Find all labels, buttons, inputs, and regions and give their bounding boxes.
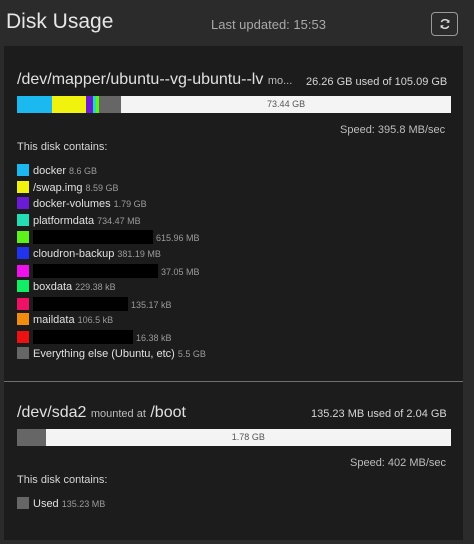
disk-2-speed: Speed: 402 MB/sec xyxy=(350,457,447,469)
usage-segment xyxy=(93,96,97,113)
item-color-swatch xyxy=(17,197,29,210)
disk-1-usage-bar: 73.44 GB xyxy=(17,96,451,113)
item-size: 1.79 GB xyxy=(113,199,147,210)
item-label: /swap.img xyxy=(33,181,83,194)
header: Disk Usage Last updated: 15:53 xyxy=(0,0,474,46)
refresh-icon xyxy=(439,19,450,29)
item-size: 37.05 MB xyxy=(161,266,200,277)
item-color-swatch xyxy=(17,497,29,509)
item-color-swatch xyxy=(17,346,29,359)
disk-content-item: platformdata 734.47 MB xyxy=(17,213,141,230)
item-size: 106.5 kB xyxy=(77,315,114,326)
disk-2-device: /dev/sda2 xyxy=(17,404,87,421)
disk-content-item: 37.05 MB xyxy=(17,263,200,280)
redacted-label xyxy=(33,296,128,311)
item-color-swatch xyxy=(17,164,29,176)
disk-content-item: docker 8.6 GB xyxy=(17,164,97,180)
disk-1-mount: mo... xyxy=(267,75,293,87)
disk-content-item: Everything else (Ubuntu, etc) 5.5 GB xyxy=(17,346,206,363)
redacted-label xyxy=(33,330,133,344)
item-label: boxdata xyxy=(33,281,73,294)
disk-1-speed: Speed: 395.8 MB/sec xyxy=(340,124,446,136)
disk-content-item: Used 135.23 MB xyxy=(17,497,105,513)
redacted-label xyxy=(33,263,158,278)
item-color-swatch xyxy=(17,180,29,193)
item-size: 8.6 GB xyxy=(69,166,98,176)
item-label: platformdata xyxy=(33,214,95,227)
disk-content-item: docker-volumes 1.79 GB xyxy=(17,197,147,213)
disk-content-item: cloudron-backup 381.19 MB xyxy=(17,247,161,263)
item-size: 135.17 kB xyxy=(131,299,172,310)
item-color-swatch xyxy=(17,297,29,310)
disk-2-usage-bar: 1.78 GB xyxy=(17,429,451,446)
usage-segment xyxy=(99,96,122,113)
usage-segment xyxy=(17,429,46,446)
disk-content-item: 615.96 MB xyxy=(17,230,200,246)
item-color-swatch xyxy=(17,213,29,226)
item-color-swatch xyxy=(17,264,29,277)
item-size: 16.38 kB xyxy=(136,333,172,343)
redacted-label xyxy=(33,230,153,245)
item-size: 734.47 MB xyxy=(97,215,141,226)
item-size: 381.19 MB xyxy=(117,249,161,259)
disk-content-item: /swap.img 8.59 GB xyxy=(17,180,119,197)
disk-1-usage: 26.26 GB used of 105.09 GB xyxy=(306,76,448,88)
disk-2-mount-prefix: mounted at xyxy=(90,408,146,420)
item-size: 615.96 MB xyxy=(156,233,200,244)
disk-1-free-label: 73.44 GB xyxy=(267,99,306,109)
item-size: 229.38 kB xyxy=(75,282,116,293)
disk-1-name: /dev/mapper/ubuntu--vg-ubuntu--lv mo... xyxy=(17,71,292,89)
usage-segment xyxy=(96,96,100,113)
disk-2-free-label: 1.78 GB xyxy=(231,432,265,442)
disk-content-item: 135.17 kB xyxy=(17,296,172,313)
item-size: 5.5 GB xyxy=(177,348,206,359)
item-color-swatch xyxy=(17,313,29,326)
usage-segment xyxy=(51,96,87,113)
disk-2-name: /dev/sda2 mounted at /boot xyxy=(17,404,186,422)
disk-2-usage: 135.23 MB used of 2.04 GB xyxy=(311,408,447,420)
item-label: maildata xyxy=(33,314,75,327)
page-title: Disk Usage xyxy=(6,10,114,33)
item-size: 8.59 GB xyxy=(85,182,119,193)
item-label: Used xyxy=(33,498,59,510)
disk-2-contains-label: This disk contains: xyxy=(17,474,108,486)
item-label: cloudron-backup xyxy=(33,248,115,260)
disk-content-item: 16.38 kB xyxy=(17,330,172,346)
item-color-swatch xyxy=(17,331,29,343)
disk-2-mount-point: /boot xyxy=(150,404,186,421)
item-label: Everything else (Ubuntu, etc) xyxy=(33,347,175,360)
last-updated-text: Last updated: 15:53 xyxy=(211,17,326,32)
usage-segment xyxy=(86,96,94,113)
item-color-swatch xyxy=(17,247,29,259)
disk-content-item: maildata 106.5 kB xyxy=(17,313,113,329)
item-label: docker xyxy=(33,165,67,177)
item-color-swatch xyxy=(17,280,29,293)
item-size: 135.23 MB xyxy=(61,499,106,509)
usage-segment xyxy=(17,96,52,113)
disk-1-contains-label: This disk contains: xyxy=(17,141,108,153)
disk-content-item: boxdata 229.38 kB xyxy=(17,280,116,296)
item-color-swatch xyxy=(17,231,29,244)
disk-1-device: /dev/mapper/ubuntu--vg-ubuntu--lv xyxy=(17,71,264,88)
disk-divider xyxy=(4,381,463,382)
item-label: docker-volumes xyxy=(33,198,111,211)
refresh-button[interactable] xyxy=(431,12,458,36)
